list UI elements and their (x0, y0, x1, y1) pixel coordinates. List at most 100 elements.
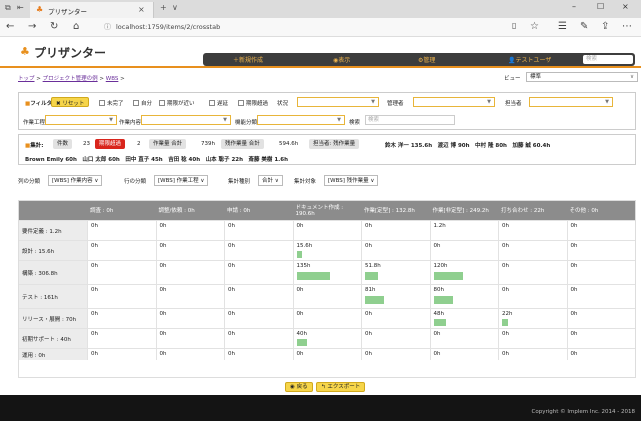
notes-pen-icon[interactable]: ✎ (580, 21, 588, 32)
table-cell[interactable]: 1.2h (429, 221, 499, 240)
more-icon[interactable]: ⋯ (622, 21, 632, 32)
column-header[interactable]: 調査 : 0h (87, 201, 156, 220)
table-cell[interactable]: 0h (498, 329, 567, 348)
tab-list-icon[interactable]: ∨ (172, 3, 178, 12)
table-cell[interactable]: 0h (566, 349, 636, 360)
column-header[interactable]: その他 : 0h (567, 201, 636, 220)
table-cell[interactable]: 15.6h (292, 241, 362, 260)
table-cell[interactable]: 0h (155, 349, 225, 360)
table-cell[interactable]: 0h (224, 329, 293, 348)
breadcrumb-top[interactable]: トップ (18, 76, 35, 82)
table-cell[interactable]: 0h (566, 221, 636, 240)
column-header[interactable]: 調整/依頼 : 0h (156, 201, 225, 220)
checkbox[interactable] (133, 100, 139, 106)
reading-view-icon[interactable]: ▯ (512, 21, 516, 30)
column-header[interactable]: 作業[定型] : 132.8h (361, 201, 430, 220)
search-input[interactable]: 検索 (365, 115, 455, 125)
forward-icon[interactable]: → (28, 21, 36, 32)
table-cell[interactable]: 40h (292, 329, 362, 348)
row-header[interactable]: リリース・展開 : 70h (19, 309, 87, 328)
table-cell[interactable]: 0h (155, 285, 225, 308)
row-header[interactable]: テスト : 161h (19, 285, 87, 308)
table-cell[interactable]: 0h (361, 241, 430, 260)
table-cell[interactable]: 0h (224, 221, 293, 240)
checkbox[interactable] (238, 100, 244, 106)
table-cell[interactable]: 0h (155, 241, 225, 260)
table-cell[interactable]: 0h (292, 349, 362, 360)
home-icon[interactable]: ⌂ (73, 21, 79, 32)
row-header[interactable]: 構築 : 306.8h (19, 261, 87, 284)
filter-overdue[interactable]: 期限超過 (238, 99, 268, 107)
row-header[interactable]: 要件定義 : 1.2h (19, 221, 87, 240)
table-cell[interactable]: 0h (498, 349, 567, 360)
column-header[interactable]: ドキュメント作成 : 190.6h (293, 201, 362, 220)
row-axis-select[interactable]: [WBS] 作業工程 ∨ (154, 175, 209, 186)
table-cell[interactable]: 0h (498, 261, 567, 284)
nav-manage[interactable]: ⚙管理 (418, 55, 435, 64)
row-header[interactable]: 初期サポート : 40h (19, 329, 87, 348)
process-select[interactable]: ▼ (45, 115, 117, 125)
breadcrumb-wbs[interactable]: WBS (106, 76, 119, 82)
minimize-icon[interactable]: – (572, 2, 576, 11)
table-cell[interactable]: 0h (87, 349, 156, 360)
table-cell[interactable]: 0h (498, 221, 567, 240)
table-cell[interactable]: 135h (292, 261, 362, 284)
checkbox[interactable] (159, 100, 165, 106)
row-header[interactable]: 設計 : 15.6h (19, 241, 87, 260)
table-cell[interactable]: 0h (498, 285, 567, 308)
view-select[interactable]: 標準 ∨ (526, 72, 638, 82)
function-select[interactable]: ▼ (257, 115, 345, 125)
column-header[interactable]: 打ち合わせ : 22h (498, 201, 567, 220)
nav-view[interactable]: ◉表示 (333, 55, 350, 64)
table-cell[interactable]: 0h (566, 329, 636, 348)
table-cell[interactable]: 0h (87, 261, 156, 284)
table-cell[interactable]: 51.8h (361, 261, 430, 284)
maximize-icon[interactable]: ☐ (597, 2, 604, 11)
close-tab-icon[interactable]: × (138, 5, 145, 14)
filter-self[interactable]: 自分 (133, 99, 152, 107)
row-header[interactable]: 運用 : 0h (19, 349, 87, 360)
reset-button[interactable]: ✖ リセット (51, 97, 90, 107)
table-cell[interactable]: 48h (429, 309, 499, 328)
table-cell[interactable]: 0h (224, 241, 293, 260)
table-cell[interactable]: 0h (429, 349, 499, 360)
filter-delayed[interactable]: 遅延 (209, 99, 228, 107)
refresh-icon[interactable]: ↻ (50, 21, 58, 32)
set-aside-icon[interactable]: ⇤ (17, 3, 24, 12)
table-cell[interactable]: 0h (566, 309, 636, 328)
browser-tab[interactable]: ♣ プリザンター × (30, 2, 154, 18)
favorite-star-icon[interactable]: ☆ (530, 21, 539, 32)
table-cell[interactable]: 0h (87, 309, 156, 328)
table-cell[interactable]: 0h (566, 285, 636, 308)
table-cell[interactable]: 0h (224, 309, 293, 328)
col-axis-select[interactable]: [WBS] 作業内容 ∨ (48, 175, 103, 186)
table-cell[interactable]: 0h (155, 221, 225, 240)
nav-user[interactable]: 👤テストユーザ (508, 55, 551, 64)
table-cell[interactable]: 0h (87, 285, 156, 308)
table-cell[interactable]: 81h (361, 285, 430, 308)
table-cell[interactable]: 0h (155, 329, 225, 348)
table-cell[interactable]: 0h (292, 309, 362, 328)
table-cell[interactable]: 0h (429, 241, 499, 260)
table-cell[interactable]: 0h (224, 261, 293, 284)
breadcrumb-project[interactable]: プロジェクト管理の例 (43, 76, 98, 82)
table-cell[interactable]: 0h (361, 221, 430, 240)
new-tab-icon[interactable]: + (160, 3, 167, 12)
filter-due-soon[interactable]: 期限が近い (159, 99, 195, 107)
tab-actions-icon[interactable]: ⧉ (5, 3, 11, 13)
table-cell[interactable]: 0h (498, 241, 567, 260)
table-cell[interactable]: 0h (292, 221, 362, 240)
table-cell[interactable]: 120h (429, 261, 499, 284)
close-window-icon[interactable]: × (622, 2, 629, 11)
table-cell[interactable]: 0h (566, 241, 636, 260)
header-search-input[interactable]: 検索 (583, 55, 633, 64)
table-cell[interactable]: 0h (361, 349, 430, 360)
table-cell[interactable]: 22h (498, 309, 567, 328)
table-cell[interactable]: 0h (361, 329, 430, 348)
manager-select[interactable]: ▼ (413, 97, 495, 107)
content-select[interactable]: ▼ (141, 115, 231, 125)
column-header[interactable]: 申請 : 0h (224, 201, 293, 220)
status-select[interactable]: ▼ (297, 97, 379, 107)
back-icon[interactable]: ← (6, 21, 14, 32)
table-cell[interactable]: 0h (224, 349, 293, 360)
